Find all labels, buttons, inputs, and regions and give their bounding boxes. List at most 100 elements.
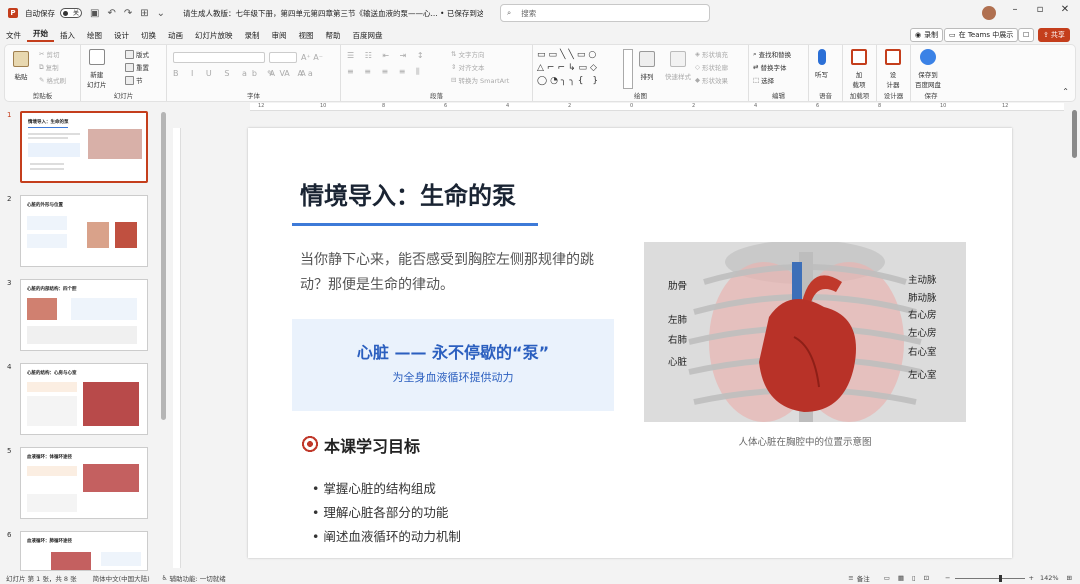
zoom-slider[interactable]	[954, 574, 1025, 582]
align-buttons[interactable]: ≡ ≡ ≡ ≡ ⫼	[347, 67, 424, 77]
present-in-teams-button[interactable]: ▭ 在 Teams 中展示	[944, 28, 1019, 42]
undo-icon[interactable]: ↶	[107, 8, 115, 19]
font-size-combo[interactable]	[269, 52, 297, 63]
view-buttons[interactable]: ▭▦▯⊡	[884, 574, 937, 582]
shape-effects-button[interactable]: ◆ 形状效果	[695, 75, 728, 85]
cloud-icon	[920, 49, 936, 65]
shapes-more-button[interactable]	[623, 49, 633, 89]
redo-icon[interactable]: ↷	[124, 8, 132, 19]
select-button[interactable]: ⬚ 选择	[753, 75, 774, 85]
goal-item[interactable]: • 阐述血液循环的动力机制	[312, 526, 461, 545]
share-button[interactable]: ⇪ 共享	[1038, 28, 1070, 42]
thumb-chart	[27, 494, 77, 512]
search-box[interactable]: ⌕ 搜索	[500, 4, 710, 22]
zoom-thumb[interactable]	[998, 574, 1002, 582]
thumb-block	[27, 216, 67, 230]
image-caption[interactable]: 人体心脏在胸腔中的位置示意图	[644, 434, 966, 448]
quick-styles-button[interactable]: 快速样式	[665, 51, 691, 81]
menu-5[interactable]: 切换	[135, 30, 162, 41]
reset-button[interactable]: 重置	[125, 62, 149, 72]
callout-box[interactable]: 心脏 —— 永不停歇的“泵” 为全身血液循环提供动力	[292, 319, 614, 411]
designer-button[interactable]: 设 计器	[885, 49, 901, 89]
slide-thumbnail-5[interactable]: 血液循环：体循环途径	[20, 447, 148, 519]
notes-button[interactable]: 备注	[857, 573, 870, 583]
slide-thumbnail-2[interactable]: 心脏的外形与位置	[20, 195, 148, 267]
shape-fill-button[interactable]: ◈ 形状填充	[695, 49, 728, 59]
slide-canvas[interactable]: 情境导入：生命的泵 当你静下心来，能否感受到胸腔左侧那规律的跳动？那便是生命的律…	[248, 128, 1012, 558]
addins-button[interactable]: 加 载项	[851, 49, 867, 89]
copy-button[interactable]: ⧉ 复制	[39, 62, 59, 73]
menu-1[interactable]: 开始	[27, 28, 54, 42]
user-avatar[interactable]	[982, 6, 996, 20]
paste-button[interactable]: 粘贴	[13, 51, 29, 81]
font-color-buttons[interactable]: ✎ A A	[267, 69, 310, 78]
section-button[interactable]: 节	[125, 75, 143, 85]
slide-thumbnail-6[interactable]: 血液循环：肺循环途径	[20, 531, 148, 571]
group-designer: 设 计器 设计器	[877, 45, 911, 101]
zoom-in-icon[interactable]: +	[1029, 574, 1034, 582]
shapes-gallery[interactable]: ▭▭╲╲▭○ △⌐⌐↳▭◇ ◯◔╮╮{ }	[537, 49, 621, 91]
slide-number: 6	[7, 531, 12, 539]
customize-qat-icon[interactable]: ⌄	[157, 8, 165, 19]
dictate-button[interactable]: 听写	[815, 49, 828, 79]
menu-10[interactable]: 视图	[293, 30, 320, 41]
vertical-ruler	[173, 128, 181, 568]
minimize-icon[interactable]: –	[1002, 4, 1028, 15]
menu-9[interactable]: 审阅	[266, 30, 293, 41]
menu-8[interactable]: 录制	[239, 30, 266, 41]
font-name-combo[interactable]	[173, 52, 265, 63]
text-direction-button[interactable]: ⇅ 文字方向	[451, 49, 484, 59]
replace-font-button[interactable]: ⇄ 替换字体	[753, 62, 786, 72]
find-replace-button[interactable]: ⌕ 查找和替换	[753, 49, 791, 60]
smartart-button[interactable]: ⊟ 转换为 SmartArt	[451, 75, 509, 85]
thumbnail-scrollbar[interactable]	[161, 112, 166, 420]
present-icon[interactable]: ⊞	[140, 8, 148, 19]
fit-slide-icon[interactable]: ⊞	[1067, 574, 1072, 582]
menu-0[interactable]: 文件	[0, 30, 27, 41]
ribbon: 粘贴 ✂ 剪切 ⧉ 复制 ✎ 格式刷 剪贴板 新建 幻灯片 版式 重置 节 幻灯片 A…	[4, 44, 1076, 102]
menu-11[interactable]: 帮助	[320, 30, 347, 41]
collapse-ribbon-icon[interactable]: ⌃	[1062, 87, 1069, 96]
goal-item[interactable]: • 理解心脏各部分的功能	[312, 502, 448, 521]
goals-heading[interactable]: 本课学习目标	[324, 433, 420, 457]
slide-position[interactable]: 幻灯片 第 1 张，共 8 张	[6, 573, 77, 583]
close-icon[interactable]: ✕	[1052, 4, 1078, 15]
font-size-buttons[interactable]: A⁺ A⁻	[301, 53, 323, 62]
menu-6[interactable]: 动画	[162, 30, 189, 41]
menu-3[interactable]: 绘图	[81, 30, 108, 41]
intro-text[interactable]: 当你静下心来，能否感受到胸腔左侧那规律的跳动？那便是生命的律动。	[300, 248, 620, 298]
align-text-button[interactable]: ⇕ 对齐文本	[451, 62, 484, 72]
slide-thumbnail-3[interactable]: 心脏的内部结构：四个腔	[20, 279, 148, 351]
menu-12[interactable]: 百度网盘	[347, 30, 389, 41]
menu-7[interactable]: 幻灯片放映	[189, 30, 239, 41]
maximize-icon[interactable]: ▫	[1027, 4, 1053, 15]
list-buttons[interactable]: ☰ ☷ ⇤ ⇥ ↕	[347, 51, 428, 60]
layout-button[interactable]: 版式	[125, 49, 149, 59]
slide-thumbnail-4[interactable]: 心脏的结构：心房与心室	[20, 363, 148, 435]
ruler-mark: 12	[258, 103, 265, 109]
language[interactable]: 简体中文(中国大陆)	[93, 573, 150, 583]
format-painter-button[interactable]: ✎ 格式刷	[39, 75, 66, 85]
slide-title[interactable]: 情境导入：生命的泵	[300, 176, 516, 211]
autosave-toggle[interactable]: 关	[60, 8, 82, 18]
menu-4[interactable]: 设计	[108, 30, 135, 41]
goal-item[interactable]: • 掌握心脏的结构组成	[312, 478, 436, 497]
slide-thumbnail-1[interactable]: 情境导入：生命的泵	[20, 111, 148, 183]
cut-button[interactable]: ✂ 剪切	[39, 49, 59, 59]
heart-anatomy-image[interactable]: 肋骨 左肺 右肺 心脏 主动脉 肺动脉 右心房 左心房 右心室 左心室	[644, 242, 966, 422]
menu-2[interactable]: 插入	[54, 30, 81, 41]
comments-icon[interactable]: ☐	[1018, 28, 1035, 42]
arrange-button[interactable]: 排列	[639, 51, 655, 81]
save-to-baidu-button[interactable]: 保存到 百度网盘	[915, 49, 941, 89]
accessibility-status[interactable]: 辅助功能: 一切就绪	[170, 573, 226, 583]
reset-icon	[125, 62, 134, 72]
zoom-level[interactable]: 142%	[1040, 574, 1059, 582]
zoom-out-icon[interactable]: −	[945, 574, 950, 582]
shape-outline-button[interactable]: ◇ 形状轮廓	[695, 62, 728, 72]
save-icon[interactable]: ▣	[90, 8, 99, 19]
record-button[interactable]: ◉ 录制	[910, 28, 944, 42]
document-title[interactable]: 请生成人教版：七年级下册，第四单元第四章第三节《输送血液的泵——心... • 已…	[183, 8, 483, 19]
new-slide-button[interactable]: 新建 幻灯片	[87, 49, 107, 89]
editor-scrollbar[interactable]	[1072, 110, 1077, 158]
thumb-block	[27, 466, 77, 476]
